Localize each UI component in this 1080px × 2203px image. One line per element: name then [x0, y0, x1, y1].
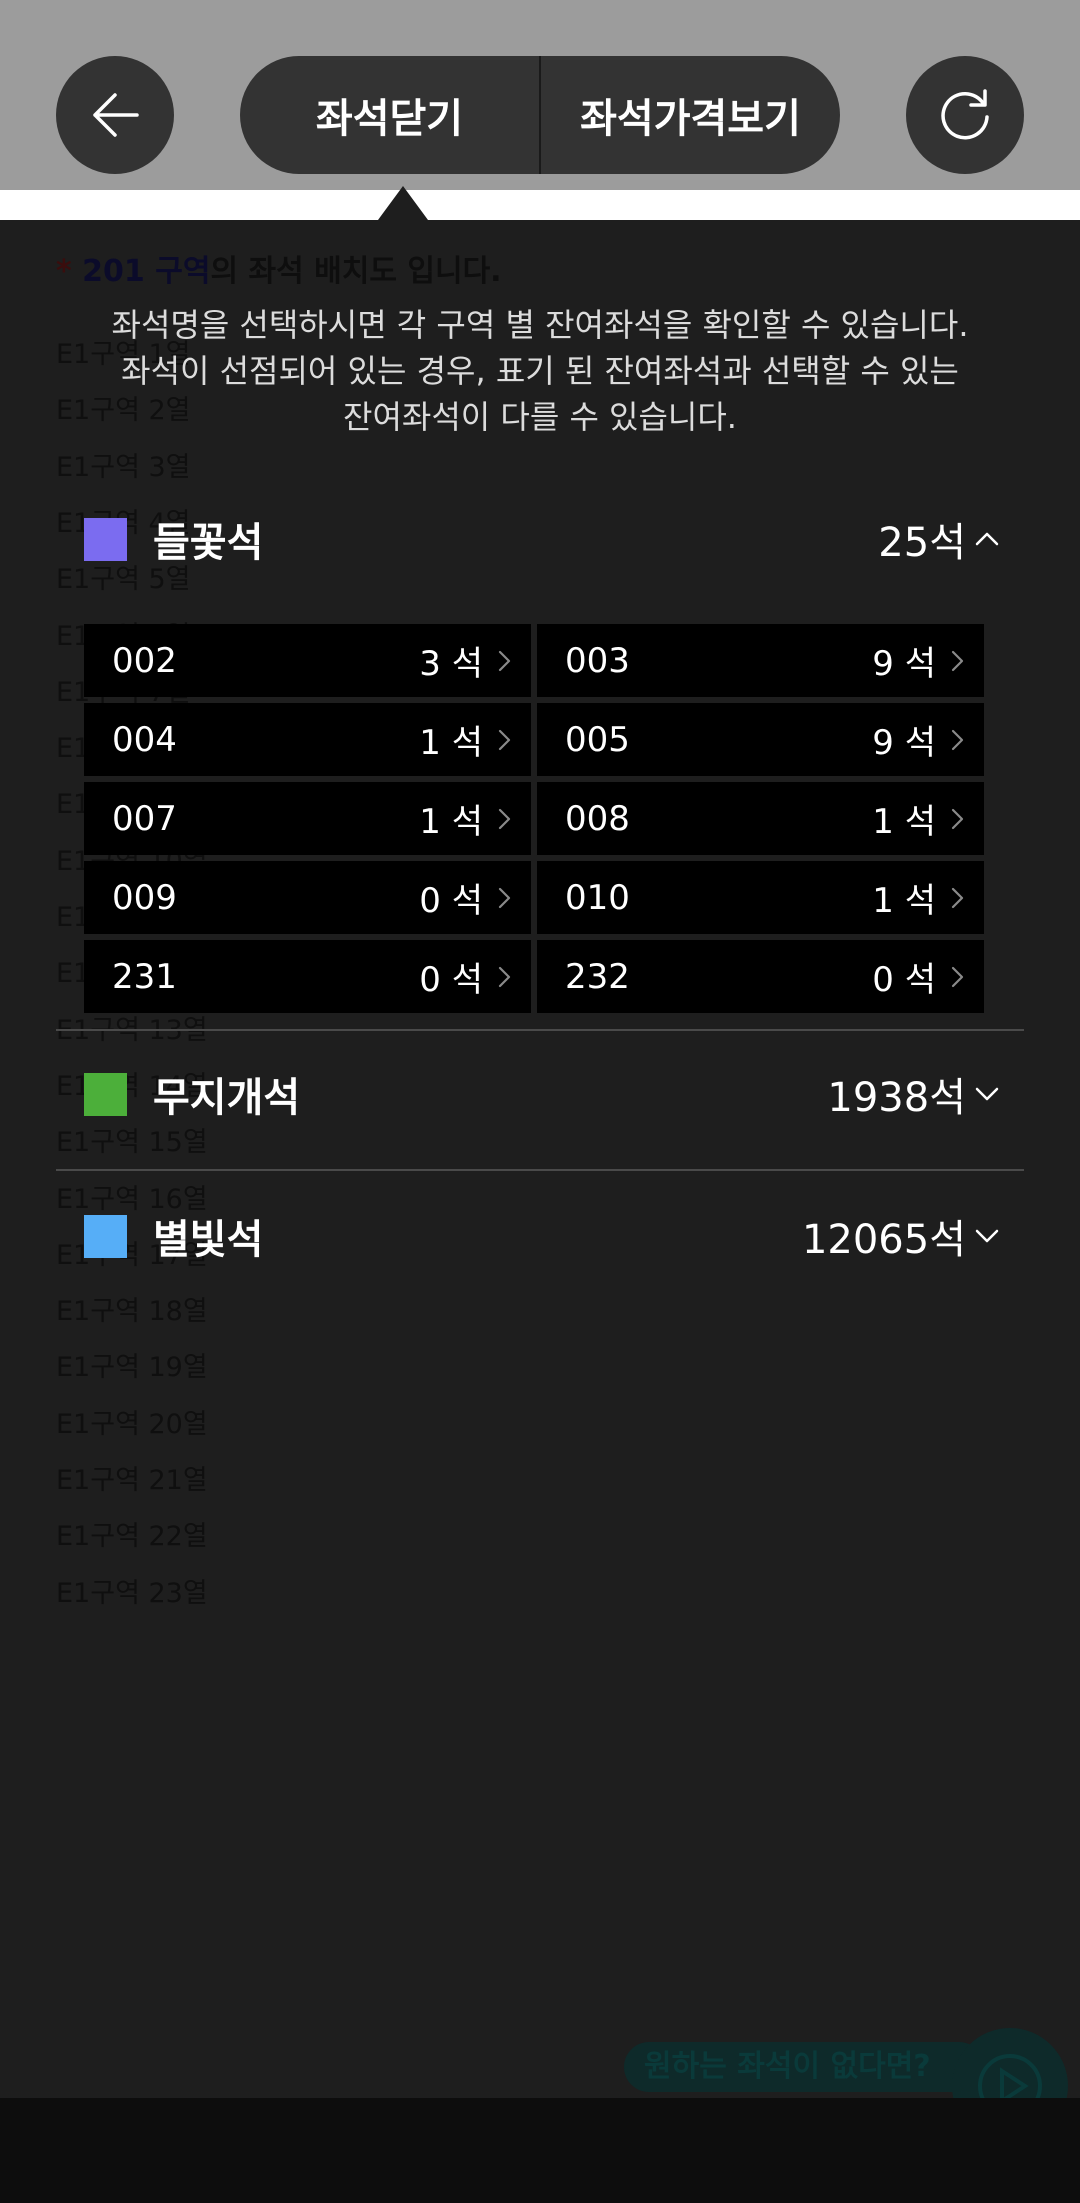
chevron-up-icon — [974, 526, 1000, 552]
chevron-right-icon — [950, 806, 966, 832]
section-name: 010 — [565, 877, 630, 918]
category-color-swatch — [84, 517, 127, 561]
category-seat-count: 25석 — [878, 520, 966, 566]
section-seat-count: 1 석 — [872, 881, 936, 921]
chevron-down-icon — [974, 1223, 1000, 1249]
section-name: 008 — [565, 798, 630, 839]
category-color-swatch — [84, 1072, 127, 1116]
section-name: 003 — [565, 640, 630, 681]
popover-pointer — [378, 186, 428, 220]
section-name: 009 — [112, 877, 177, 918]
row-label[interactable]: E1구역 22열 — [56, 1514, 208, 1553]
section-seat-count: 9 석 — [872, 723, 936, 763]
row-label[interactable]: E1구역 20열 — [56, 1402, 208, 1441]
chevron-right-icon — [950, 648, 966, 674]
refresh-icon — [941, 89, 989, 140]
chevron-right-icon — [497, 885, 513, 911]
row-label[interactable]: E1구역 18열 — [56, 1289, 208, 1328]
row-label[interactable]: E1구역 15열 — [56, 1120, 208, 1159]
section-seat-count: 9 석 — [872, 644, 936, 684]
arrow-left-icon — [93, 93, 139, 137]
section-grid: 002 3 석 003 9 석 004 1 석 005 9 석 007 1 석 008 1 석 009 0… — [84, 624, 984, 1013]
section-item[interactable]: 005 9 석 — [537, 703, 984, 776]
row-label[interactable]: E1구역 13열 — [56, 1008, 208, 1047]
section-item[interactable]: 232 0 석 — [537, 940, 984, 1013]
chevron-down-icon — [974, 1081, 1000, 1107]
section-item[interactable]: 008 1 석 — [537, 782, 984, 855]
category-color-swatch — [84, 1214, 127, 1258]
category-header-starlight[interactable]: 별빛석 12065석 — [84, 1211, 1000, 1263]
category-name: 별빛석 — [153, 1217, 264, 1263]
background-page: * 201 구역의 좌석 배치도 입니다. E1구역 1열 E1구역 2열 E1구역… — [0, 220, 1080, 2144]
refresh-button[interactable] — [906, 56, 1024, 174]
section-item[interactable]: 007 1 석 — [84, 782, 531, 855]
section-name: 231 — [112, 956, 177, 997]
category-seat-count: 1938석 — [827, 1075, 966, 1121]
row-label[interactable]: E1구역 3열 — [56, 445, 191, 484]
section-item[interactable]: 231 0 석 — [84, 940, 531, 1013]
seat-toggle-group: 좌석닫기 좌석가격보기 — [240, 56, 840, 174]
section-seat-count: 0 석 — [872, 960, 936, 1000]
zone-title: * 201 구역의 좌석 배치도 입니다. — [56, 254, 502, 289]
section-item[interactable]: 010 1 석 — [537, 861, 984, 934]
section-name: 005 — [565, 719, 630, 760]
category-name: 무지개석 — [153, 1075, 301, 1121]
chevron-right-icon — [950, 885, 966, 911]
chevron-right-icon — [950, 964, 966, 990]
seat-info-text: 좌석명을 선택하시면 각 구역 별 잔여좌석을 확인할 수 있습니다. 좌석이 … — [111, 306, 969, 436]
chevron-right-icon — [497, 727, 513, 753]
section-name: 002 — [112, 640, 177, 681]
row-label[interactable]: E1구역 21열 — [56, 1458, 208, 1497]
category-divider — [56, 1029, 1024, 1031]
section-seat-count: 0 석 — [419, 960, 483, 1000]
row-label[interactable]: E1구역 19열 — [56, 1345, 208, 1384]
section-seat-count: 3 석 — [419, 644, 483, 684]
category-header-rainbow[interactable]: 무지개석 1938석 — [84, 1069, 1000, 1121]
section-name: 232 — [565, 956, 630, 997]
bottom-bar — [0, 2098, 1080, 2203]
category-seat-count: 12065석 — [801, 1217, 966, 1263]
section-item[interactable]: 004 1 석 — [84, 703, 531, 776]
top-divider — [0, 190, 1080, 220]
top-bar: 좌석닫기 좌석가격보기 — [0, 0, 1080, 190]
section-item[interactable]: 009 0 석 — [84, 861, 531, 934]
close-seats-button[interactable]: 좌석닫기 — [240, 56, 539, 174]
section-seat-count: 1 석 — [419, 802, 483, 842]
no-seat-cta[interactable]: 원하는 좌석이 없다면? — [624, 2042, 984, 2092]
category-divider — [56, 1169, 1024, 1171]
chevron-right-icon — [497, 648, 513, 674]
row-label[interactable]: E1구역 23열 — [56, 1571, 208, 1610]
chevron-right-icon — [950, 727, 966, 753]
chevron-right-icon — [497, 806, 513, 832]
section-seat-count: 1 석 — [419, 723, 483, 763]
section-name: 004 — [112, 719, 177, 760]
view-prices-button[interactable]: 좌석가격보기 — [539, 56, 840, 174]
section-item[interactable]: 002 3 석 — [84, 624, 531, 697]
category-header-wildflower[interactable]: 들꽃석 25석 — [84, 514, 1000, 566]
section-item[interactable]: 003 9 석 — [537, 624, 984, 697]
section-seat-count: 0 석 — [419, 881, 483, 921]
section-seat-count: 1 석 — [872, 802, 936, 842]
category-name: 들꽃석 — [153, 520, 264, 566]
section-name: 007 — [112, 798, 177, 839]
back-button[interactable] — [56, 56, 174, 174]
chevron-right-icon — [497, 964, 513, 990]
